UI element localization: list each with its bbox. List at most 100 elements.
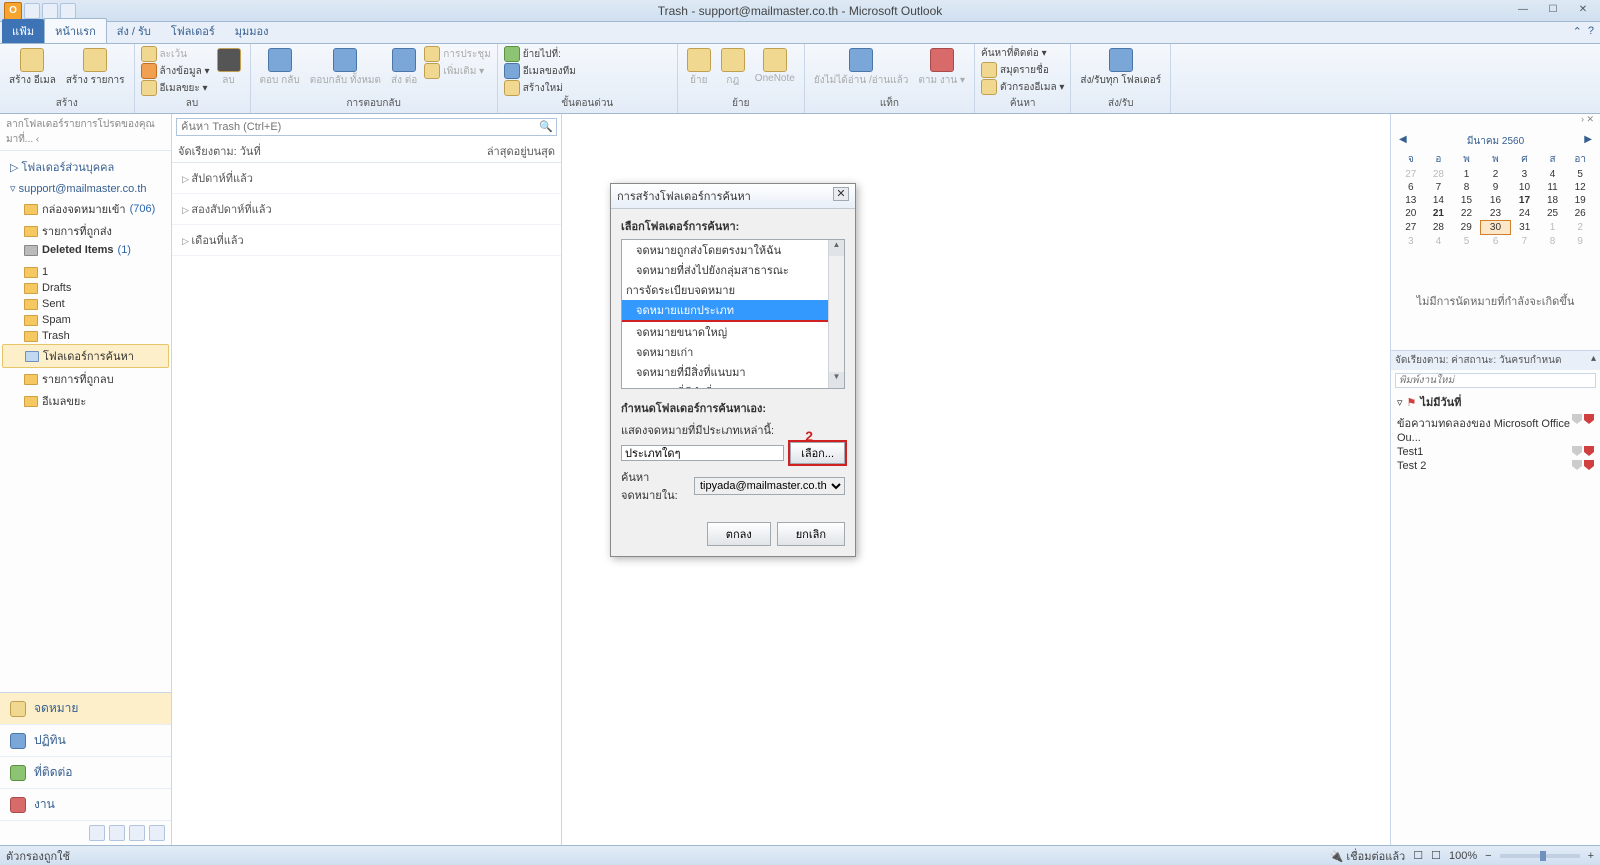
- nav-configure-icon[interactable]: [149, 825, 165, 841]
- calendar-day[interactable]: 6: [1397, 181, 1425, 194]
- filter-email-button[interactable]: ตัวกรองอีเมล ▾: [981, 79, 1064, 95]
- view-normal-icon[interactable]: ☐: [1413, 849, 1423, 862]
- tab-send-receive[interactable]: ส่ง / รับ: [107, 19, 161, 43]
- calendar-day[interactable]: 24: [1510, 207, 1539, 221]
- list-item[interactable]: จดหมายที่มีคำที่ระบุ: [622, 382, 844, 389]
- calendar-day[interactable]: 15: [1452, 194, 1481, 207]
- folder-search-folders[interactable]: โฟลเดอร์การค้นหา: [2, 344, 169, 368]
- search-input[interactable]: [176, 118, 557, 136]
- date-group-two-weeks[interactable]: สองสัปดาห์ที่แล้ว: [172, 194, 561, 225]
- folder-1[interactable]: 1: [2, 264, 169, 280]
- new-items-button[interactable]: สร้าง รายการ: [63, 46, 128, 90]
- folder-deleted-items[interactable]: Deleted Items (1): [2, 242, 169, 258]
- calendar-day[interactable]: 23: [1481, 207, 1510, 221]
- calendar-day[interactable]: 22: [1452, 207, 1481, 221]
- tab-folder[interactable]: โฟลเดอร์: [161, 19, 225, 43]
- calendar-day[interactable]: 3: [1510, 168, 1539, 181]
- send-receive-all-button[interactable]: ส่ง/รับทุก โฟลเดอร์: [1077, 46, 1164, 90]
- calendar-day[interactable]: 27: [1397, 168, 1425, 181]
- calendar-day[interactable]: 28: [1425, 168, 1453, 181]
- calendar-day[interactable]: 27: [1397, 221, 1425, 235]
- calendar-day[interactable]: 28: [1425, 221, 1453, 235]
- meeting-button[interactable]: การประชุม: [424, 46, 491, 62]
- tab-home[interactable]: หน้าแรก: [44, 18, 107, 43]
- calendar-day[interactable]: 30: [1481, 221, 1510, 235]
- list-item[interactable]: จดหมายที่ส่งไปยังกลุ่มสาธารณะ: [622, 260, 844, 280]
- calendar-day[interactable]: 19: [1566, 194, 1594, 207]
- find-contact-input[interactable]: ค้นหาที่ติดต่อ ▾: [981, 46, 1064, 61]
- junk-button[interactable]: อีเมลขยะ ▾: [141, 80, 210, 96]
- calendar-day[interactable]: 20: [1397, 207, 1425, 221]
- move-button[interactable]: ย้าย: [684, 46, 714, 90]
- nav-tasks-button[interactable]: งาน: [0, 789, 171, 821]
- search-icon[interactable]: 🔍: [539, 120, 553, 133]
- task-item-2[interactable]: Test1: [1391, 445, 1600, 459]
- calendar-day[interactable]: 26: [1566, 207, 1594, 221]
- categories-input[interactable]: [621, 445, 784, 461]
- date-group-last-month[interactable]: เดือนที่แล้ว: [172, 225, 561, 256]
- calendar-day[interactable]: 16: [1481, 194, 1510, 207]
- folder-trash[interactable]: Trash: [2, 328, 169, 344]
- account-node[interactable]: ▿ support@mailmaster.co.th: [2, 179, 169, 198]
- cal-next-icon[interactable]: ▶: [1584, 134, 1592, 145]
- nav-shortcuts-icon[interactable]: [129, 825, 145, 841]
- folder-drafts[interactable]: Drafts: [2, 280, 169, 296]
- calendar-day[interactable]: 4: [1539, 168, 1567, 181]
- reply-all-button[interactable]: ตอบกลับ ทั้งหมด: [307, 46, 384, 90]
- favorites-header[interactable]: ▷ โฟลเดอร์ส่วนบุคคล: [2, 155, 169, 179]
- folder-spam[interactable]: Spam: [2, 312, 169, 328]
- minimize-ribbon-icon[interactable]: ⌃: [1573, 25, 1582, 38]
- unread-button[interactable]: ยังไม่ได้อ่าน /อ่านแล้ว: [811, 46, 912, 90]
- calendar-day[interactable]: 9: [1566, 235, 1594, 249]
- dialog-close-button[interactable]: ✕: [833, 187, 849, 201]
- list-item[interactable]: จดหมายขนาดใหญ่: [622, 322, 844, 342]
- tab-view[interactable]: มุมมอง: [225, 19, 279, 43]
- nav-mail-button[interactable]: จดหมาย: [0, 693, 171, 725]
- choose-button[interactable]: เลือก...: [790, 442, 845, 464]
- zoom-slider[interactable]: [1500, 854, 1580, 858]
- list-item[interactable]: จดหมายถูกส่งโดยตรงมาให้ฉัน: [622, 240, 844, 260]
- calendar-day[interactable]: 13: [1397, 194, 1425, 207]
- calendar-day[interactable]: 7: [1425, 181, 1453, 194]
- quickstep-moveto[interactable]: ย้ายไปที่:: [504, 46, 671, 62]
- calendar-day[interactable]: 5: [1452, 235, 1481, 249]
- calendar-day[interactable]: 21: [1425, 207, 1453, 221]
- search-folder-listbox[interactable]: จดหมายถูกส่งโดยตรงมาให้ฉัน จดหมายที่ส่งไ…: [621, 239, 845, 389]
- calendar-day[interactable]: 29: [1452, 221, 1481, 235]
- list-item-categorized-mail[interactable]: จดหมายแยกประเภท: [622, 300, 844, 322]
- folder-inbox[interactable]: กล่องจดหมายเข้า (706): [2, 198, 169, 220]
- folder-sent[interactable]: Sent: [2, 296, 169, 312]
- list-item[interactable]: จดหมายเก่า: [622, 342, 844, 362]
- todo-collapse-button[interactable]: › ✕: [1391, 114, 1600, 128]
- maximize-button[interactable]: ☐: [1540, 4, 1566, 18]
- calendar-day[interactable]: 5: [1566, 168, 1594, 181]
- folder-sent-items[interactable]: รายการที่ถูกส่ง: [2, 220, 169, 242]
- cancel-button[interactable]: ยกเลิก: [777, 522, 845, 546]
- forward-button[interactable]: ส่ง ต่อ: [388, 46, 420, 90]
- reply-button[interactable]: ตอบ กลับ: [257, 46, 303, 90]
- calendar-day[interactable]: 11: [1539, 181, 1567, 194]
- tab-file[interactable]: แฟ้ม: [2, 19, 44, 43]
- calendar-day[interactable]: 25: [1539, 207, 1567, 221]
- calendar-day[interactable]: 8: [1539, 235, 1567, 249]
- calendar-day[interactable]: 31: [1510, 221, 1539, 235]
- task-item-1[interactable]: ข้อความทดลองของ Microsoft Office Ou...: [1391, 413, 1600, 445]
- task-group-nodate[interactable]: ▿ ⚑ ไม่มีวันที่: [1391, 391, 1600, 413]
- new-task-input[interactable]: [1395, 373, 1596, 388]
- search-in-select[interactable]: tipyada@mailmaster.co.th: [694, 477, 845, 495]
- qat-undo-icon[interactable]: [42, 3, 58, 19]
- followup-button[interactable]: ตาม งาน ▾: [915, 46, 968, 90]
- delete-button[interactable]: ลบ: [214, 46, 244, 90]
- calendar-day[interactable]: 2: [1481, 168, 1510, 181]
- rules-button[interactable]: กฎ: [718, 46, 748, 90]
- onenote-button[interactable]: OneNote: [752, 46, 798, 86]
- sort-by-label[interactable]: จัดเรียงตาม: วันที่: [178, 142, 261, 160]
- listbox-scrollbar[interactable]: ▲▼: [828, 240, 844, 388]
- calendar-day[interactable]: 8: [1452, 181, 1481, 194]
- nav-calendar-button[interactable]: ปฏิทิน: [0, 725, 171, 757]
- calendar-day[interactable]: 7: [1510, 235, 1539, 249]
- ignore-button[interactable]: ละเว้น: [141, 46, 210, 62]
- calendar-grid[interactable]: จอพพศสอา27281234567891011121314151617181…: [1397, 151, 1594, 248]
- cal-prev-icon[interactable]: ◀: [1399, 134, 1407, 145]
- calendar-day[interactable]: 9: [1481, 181, 1510, 194]
